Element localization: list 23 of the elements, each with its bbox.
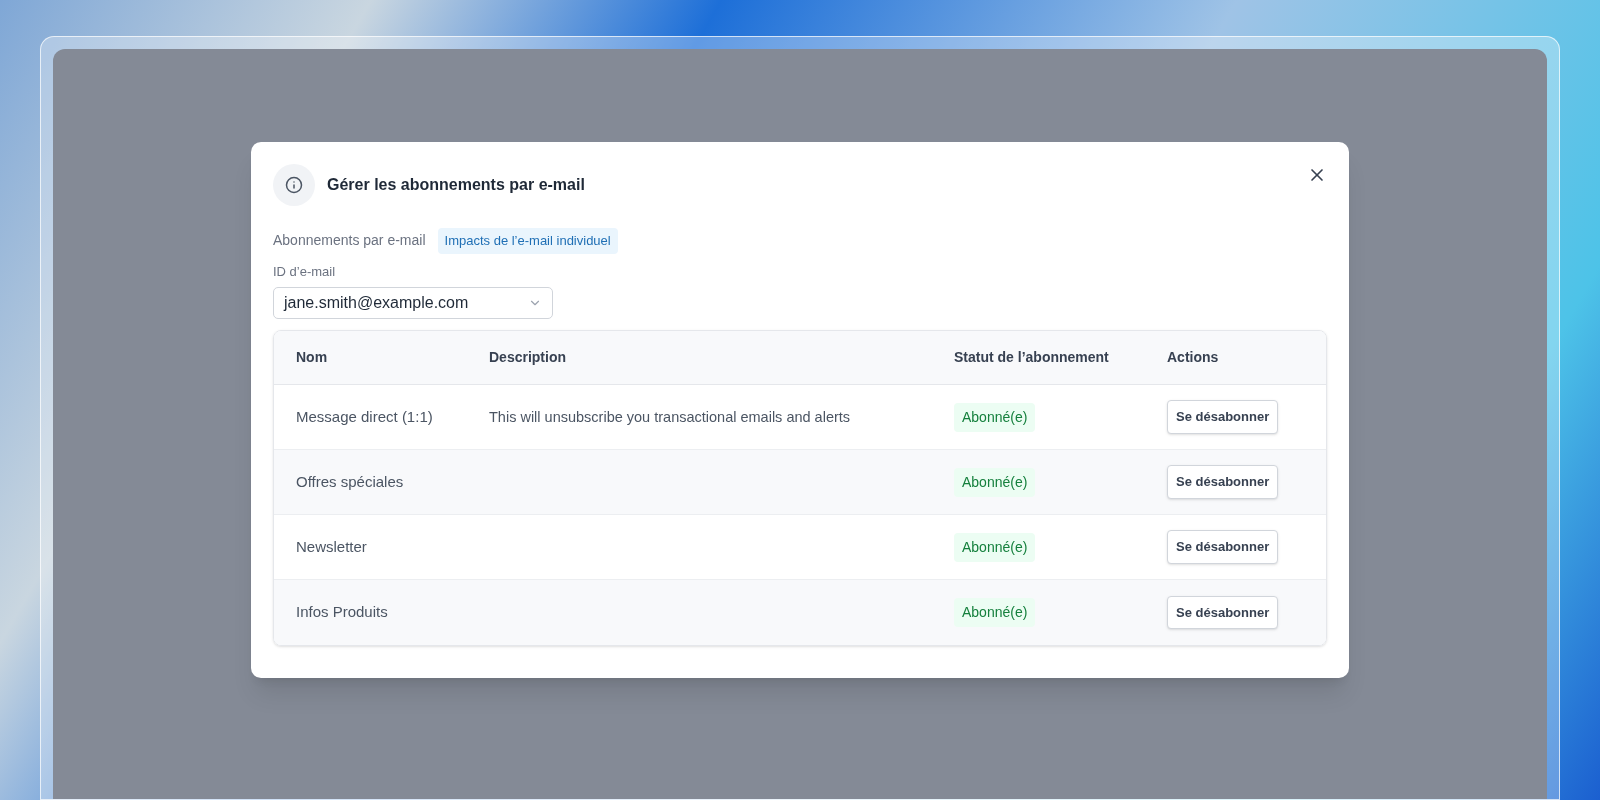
table-cell-text: Newsletter	[296, 536, 368, 557]
unsubscribe-button[interactable]: Se désabonner	[1167, 465, 1279, 499]
status-badge: Abonné(e)	[954, 402, 1036, 432]
info-icon	[273, 164, 315, 206]
unsubscribe-button[interactable]: Se désabonner	[1167, 595, 1279, 630]
unsubscribe-button[interactable]: Se désabonner	[1167, 400, 1279, 434]
column-header: Nom	[296, 348, 329, 367]
table-cell: This will unsubscribe you transactional emails and alerts	[489, 409, 851, 425]
table-cell-text: Infos Produits	[296, 602, 389, 623]
table-cell-text: Message direct (1:1)	[296, 406, 434, 427]
column-header: Statut de l’abonnement	[954, 348, 1110, 367]
dialog-title: Gérer les abonnements par e-mail	[327, 175, 585, 195]
section-label: Abonnements par e-mail	[273, 231, 426, 251]
email-select[interactable]: jane.smith@example.com	[273, 287, 553, 319]
status-badge: Abonné(e)	[954, 598, 1036, 627]
unsubscribe-button[interactable]: Se désabonner	[1167, 530, 1279, 564]
table-cell-text: Offres spéciales	[296, 471, 405, 492]
info-tag: Impacts de l’e-mail individuel	[437, 228, 618, 254]
status-badge: Abonné(e)	[954, 467, 1036, 497]
column-header: Description	[489, 348, 567, 367]
column-header: Actions	[1167, 348, 1220, 367]
status-badge: Abonné(e)	[954, 532, 1036, 562]
field-label: ID d’e-mail	[273, 262, 337, 281]
